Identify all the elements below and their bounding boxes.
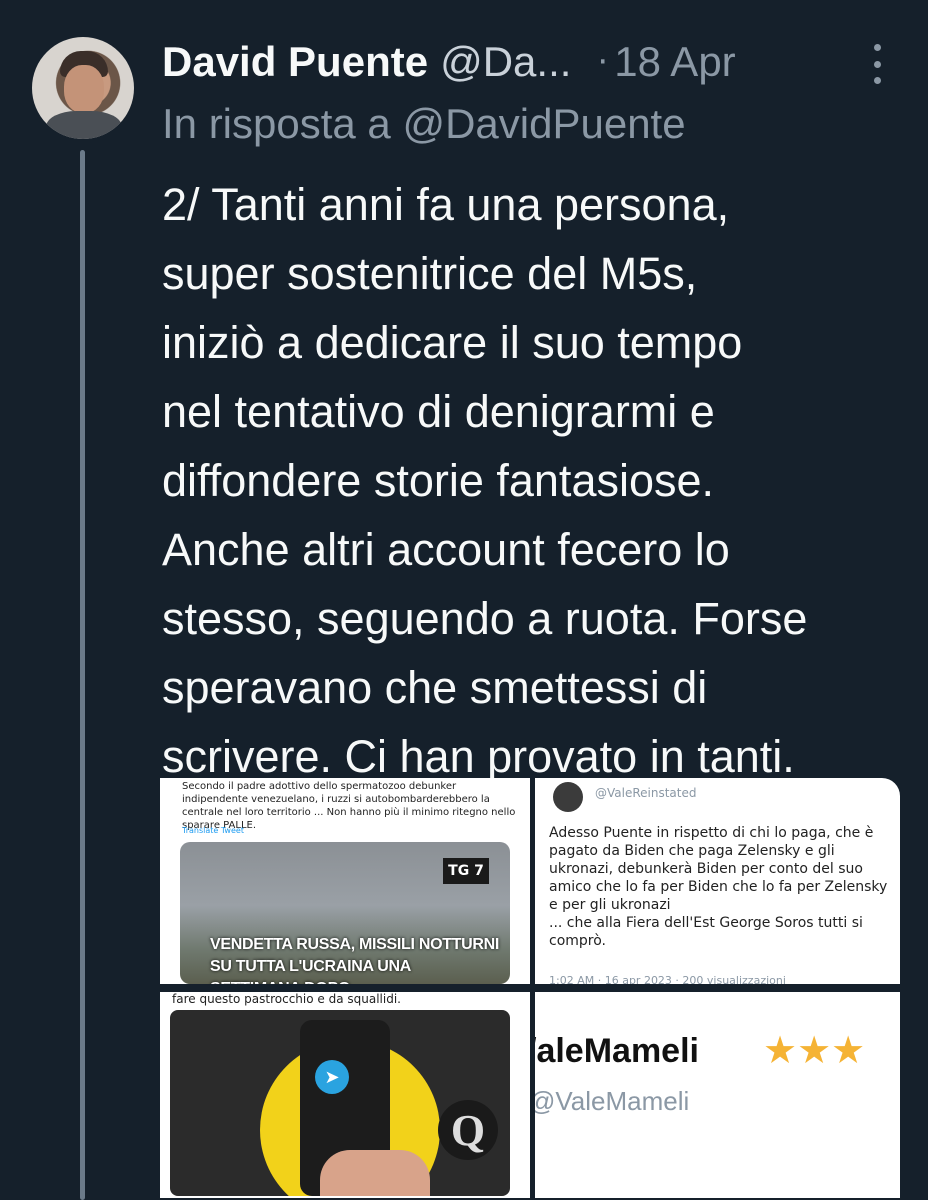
media-image-1[interactable]: Secondo il padre adottivo dello spermato… xyxy=(160,778,530,984)
image2-tweet-body: Adesso Puente in rispetto di chi lo paga… xyxy=(549,825,888,949)
media-image-2[interactable]: @ValeReinstated Adesso Puente in rispett… xyxy=(535,778,900,984)
image2-meta: 1:02 AM · 16 apr 2023 · 200 visualizzazi… xyxy=(549,974,786,984)
more-dot xyxy=(873,60,881,68)
image1-headline: VENDETTA RUSSA, MISSILI NOTTURNI SU TUTT… xyxy=(210,936,500,984)
tweet-header: David Puente @Da... · 18 Apr xyxy=(162,34,736,90)
media-grid: Secondo il padre adottivo dello spermato… xyxy=(160,778,900,1198)
image4-profile-name: /aleMameli xyxy=(535,1032,699,1070)
separator-dot: · xyxy=(597,42,609,82)
more-dot xyxy=(873,44,881,51)
image1-translate-link: Translate Tweet xyxy=(182,826,244,835)
telegram-icon: ➤ xyxy=(315,1060,349,1094)
hand-illustration xyxy=(320,1150,430,1196)
tweet-text: 2/ Tanti anni fa una persona, super sost… xyxy=(162,179,808,782)
image4-handle: @ValeMameli xyxy=(535,1086,690,1116)
image3-artwork: ➤ Q xyxy=(170,1010,510,1196)
image2-handle: @ValeReinstated xyxy=(595,786,697,800)
image3-caption: fare questo pastrocchio e da squallidi. xyxy=(172,992,401,1006)
media-image-4[interactable]: /aleMameli ★★★ @ValeMameli xyxy=(535,992,900,1198)
author-avatar[interactable] xyxy=(32,37,134,139)
thread-connector-line xyxy=(80,150,85,1200)
reply-to-label[interactable]: In risposta a @DavidPuente xyxy=(162,100,686,148)
author-handle[interactable]: @Da... xyxy=(440,38,571,86)
avatar-face xyxy=(64,65,104,113)
q-logo: Q xyxy=(438,1100,498,1160)
author-name[interactable]: David Puente xyxy=(162,38,428,86)
media-image-3[interactable]: fare questo pastrocchio e da squallidi. … xyxy=(160,992,530,1198)
more-options-icon[interactable] xyxy=(872,44,882,84)
image1-channel-logo: TG 7 xyxy=(443,858,489,884)
image2-avatar xyxy=(553,782,583,812)
image1-caption: Secondo il padre adottivo dello spermato… xyxy=(182,781,516,831)
tweet-date[interactable]: 18 Apr xyxy=(614,38,735,86)
more-dot xyxy=(873,77,881,84)
star-icons: ★★★ xyxy=(763,1028,866,1072)
avatar-shirt xyxy=(46,111,122,139)
